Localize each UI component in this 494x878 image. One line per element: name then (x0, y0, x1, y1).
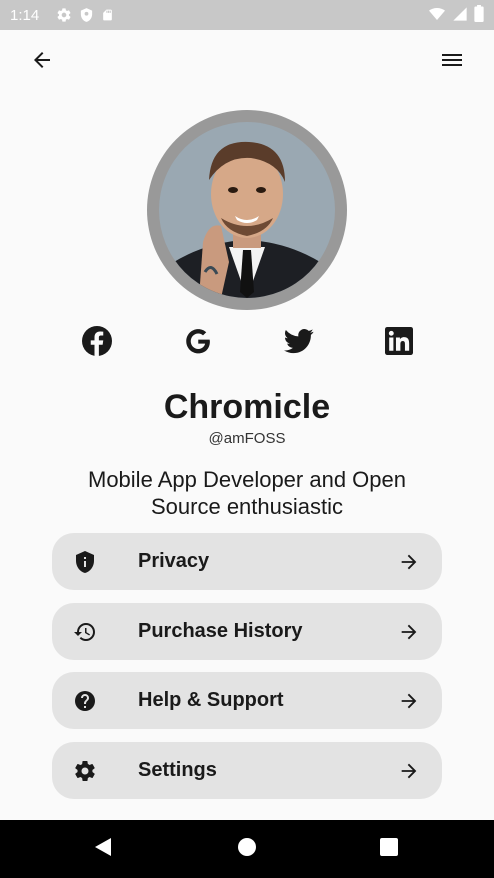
menu-item-settings[interactable]: Settings (52, 742, 442, 799)
menu-item-label: Privacy (138, 550, 210, 572)
menu-item-help-support[interactable]: Help & Support (52, 672, 442, 729)
menu-item-label: Purchase History (138, 620, 303, 642)
social-links (0, 325, 494, 361)
app-bar (0, 30, 494, 94)
arrow-back-icon (30, 48, 54, 77)
linkedin-link[interactable] (382, 326, 416, 360)
profile-name: Chromicle (163, 388, 331, 426)
recents-square-icon (380, 837, 398, 861)
facebook-icon (82, 325, 112, 361)
wifi-icon (428, 6, 446, 22)
arrow-forward-icon (396, 549, 422, 575)
status-left: 1:14 (10, 7, 114, 24)
menu-item-purchase-history[interactable]: Purchase History (52, 603, 442, 660)
menu-button[interactable] (430, 40, 474, 84)
google-link[interactable] (181, 326, 215, 360)
shield-icon (79, 7, 94, 23)
gear-icon (56, 7, 72, 23)
back-button[interactable] (20, 40, 64, 84)
facebook-link[interactable] (80, 325, 114, 361)
avatar[interactable] (159, 122, 335, 298)
arrow-forward-icon (396, 619, 422, 645)
twitter-icon (284, 326, 314, 361)
sd-card-icon (101, 7, 114, 23)
profile-handle: @amFOSS (208, 430, 286, 447)
arrow-forward-icon (396, 758, 422, 784)
menu-item-label: Help & Support (138, 689, 284, 711)
back-triangle-icon (93, 837, 113, 862)
google-icon (183, 326, 213, 361)
linkedin-icon (385, 326, 413, 360)
avatar-ring (147, 110, 347, 310)
system-back-button[interactable] (88, 834, 118, 864)
system-nav-bar (0, 820, 494, 878)
profile-bio: Mobile App Developer and Open Source ent… (88, 467, 406, 519)
gear-icon (72, 758, 98, 784)
system-home-button[interactable] (232, 834, 262, 864)
system-recents-button[interactable] (374, 834, 404, 864)
signal-icon (452, 6, 468, 22)
twitter-link[interactable] (282, 326, 316, 360)
arrow-forward-icon (396, 688, 422, 714)
menu-item-privacy[interactable]: Privacy (52, 533, 442, 590)
menu-item-label: Settings (138, 759, 217, 781)
status-right (428, 5, 484, 22)
history-icon (72, 619, 98, 645)
shield-info-icon (72, 549, 98, 575)
status-time: 1:14 (10, 6, 40, 24)
hamburger-menu-icon (440, 48, 464, 77)
home-circle-icon (237, 837, 257, 862)
battery-icon (474, 5, 484, 22)
help-circle-icon (72, 688, 98, 714)
status-bar: 1:14 (0, 0, 494, 30)
